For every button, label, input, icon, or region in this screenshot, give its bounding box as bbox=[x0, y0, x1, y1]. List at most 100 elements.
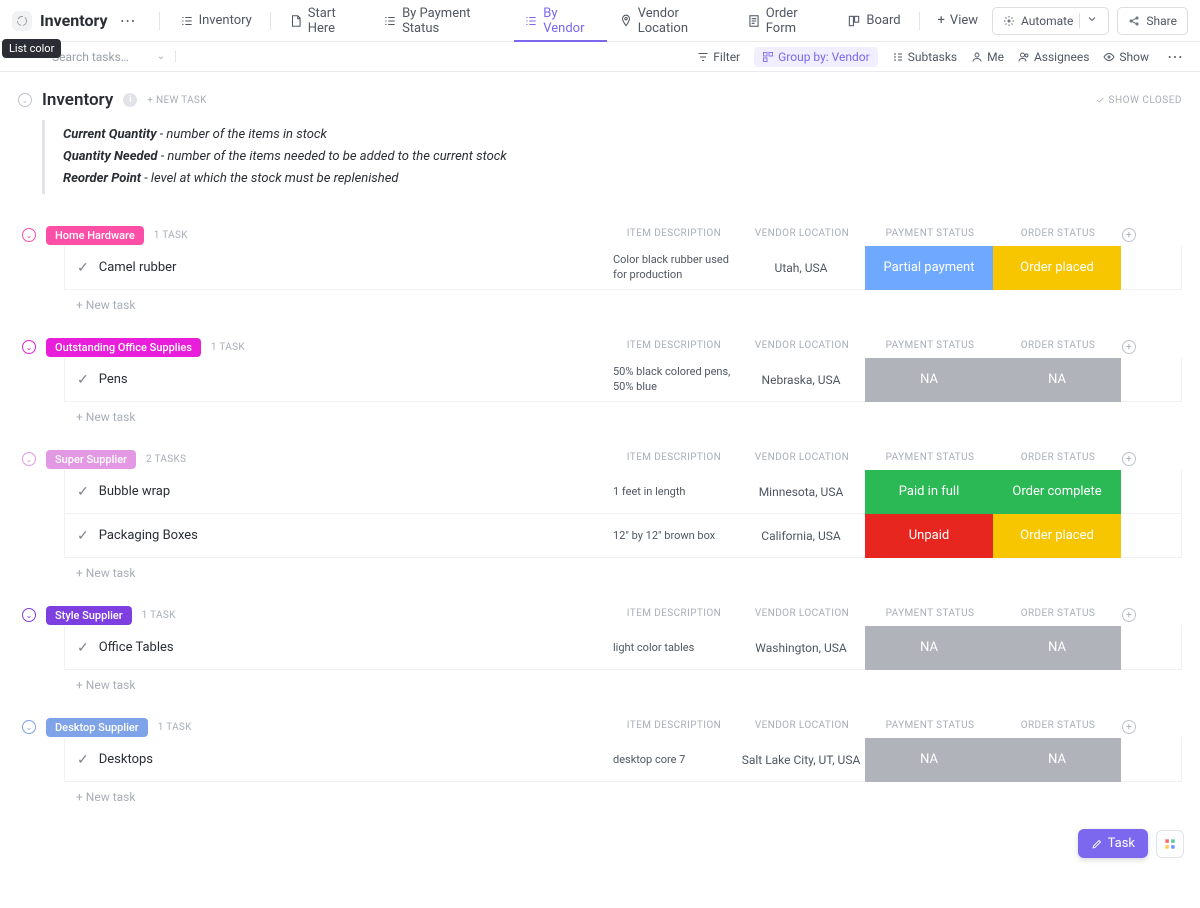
new-task-button[interactable]: + New task bbox=[42, 402, 1182, 424]
collapse-group-button[interactable]: ⌄ bbox=[22, 452, 36, 466]
tab-by-payment-status[interactable]: By Payment Status bbox=[373, 1, 512, 41]
vendor-pill[interactable]: Style Supplier bbox=[46, 606, 132, 625]
collapse-group-button[interactable]: ⌄ bbox=[22, 228, 36, 242]
check-icon[interactable]: ✓ bbox=[77, 528, 89, 544]
col-header-order[interactable]: ORDER STATUS bbox=[994, 608, 1122, 622]
col-header-payment[interactable]: PAYMENT STATUS bbox=[866, 452, 994, 466]
task-row[interactable]: ✓Pens50% black colored pens, 50% blueNeb… bbox=[64, 358, 1182, 402]
vendor-location-cell[interactable]: Washington, USA bbox=[737, 626, 865, 669]
col-header-payment[interactable]: PAYMENT STATUS bbox=[866, 340, 994, 354]
col-header-location[interactable]: VENDOR LOCATION bbox=[738, 228, 866, 242]
order-status-cell[interactable]: NA bbox=[993, 626, 1121, 669]
col-header-description[interactable]: ITEM DESCRIPTION bbox=[610, 452, 738, 466]
add-column-button[interactable]: + bbox=[1122, 340, 1136, 354]
new-task-top-button[interactable]: + NEW TASK bbox=[147, 95, 206, 106]
subtasks-button[interactable]: Subtasks bbox=[892, 50, 957, 64]
tab-vendor-location[interactable]: Vendor Location bbox=[609, 1, 735, 41]
add-column-button[interactable]: + bbox=[1122, 228, 1136, 242]
task-row[interactable]: ✓Desktopsdesktop core 7Salt Lake City, U… bbox=[64, 738, 1182, 782]
order-status-cell[interactable]: NA bbox=[993, 358, 1121, 401]
search-area[interactable]: Search tasks… ⌄ bbox=[12, 50, 697, 64]
search-dropdown[interactable]: ⌄ bbox=[157, 51, 176, 62]
app-launcher-button[interactable] bbox=[1156, 830, 1184, 858]
col-header-location[interactable]: VENDOR LOCATION bbox=[738, 720, 866, 734]
collapse-all-button[interactable]: ⌄ bbox=[18, 93, 32, 107]
payment-status-cell[interactable]: NA bbox=[865, 626, 993, 669]
order-status-cell[interactable]: Order complete bbox=[993, 470, 1121, 513]
col-header-order[interactable]: ORDER STATUS bbox=[994, 340, 1122, 354]
tab-board[interactable]: Board bbox=[837, 1, 910, 41]
payment-status-cell[interactable]: NA bbox=[865, 738, 993, 781]
col-header-description[interactable]: ITEM DESCRIPTION bbox=[610, 228, 738, 242]
col-header-location[interactable]: VENDOR LOCATION bbox=[738, 340, 866, 354]
col-header-order[interactable]: ORDER STATUS bbox=[994, 228, 1122, 242]
vendor-pill[interactable]: Desktop Supplier bbox=[46, 718, 148, 737]
item-description-cell[interactable]: Color black rubber used for production bbox=[609, 246, 737, 289]
task-row[interactable]: ✓Packaging Boxes12" by 12" brown boxCali… bbox=[64, 514, 1182, 558]
col-header-description[interactable]: ITEM DESCRIPTION bbox=[610, 340, 738, 354]
order-status-cell[interactable]: Order placed bbox=[993, 246, 1121, 289]
col-header-order[interactable]: ORDER STATUS bbox=[994, 720, 1122, 734]
automate-dropdown[interactable] bbox=[1079, 13, 1104, 28]
col-header-payment[interactable]: PAYMENT STATUS bbox=[866, 608, 994, 622]
new-task-button[interactable]: + New task bbox=[42, 670, 1182, 692]
vendor-pill[interactable]: Super Supplier bbox=[46, 450, 136, 469]
task-row[interactable]: ✓Camel rubberColor black rubber used for… bbox=[64, 246, 1182, 290]
item-description-cell[interactable]: light color tables bbox=[609, 626, 737, 669]
col-header-location[interactable]: VENDOR LOCATION bbox=[738, 608, 866, 622]
new-task-fab[interactable]: Task bbox=[1078, 829, 1148, 858]
tab-inventory[interactable]: Inventory bbox=[170, 1, 262, 41]
col-header-description[interactable]: ITEM DESCRIPTION bbox=[610, 608, 738, 622]
vendor-location-cell[interactable]: Salt Lake City, UT, USA bbox=[737, 738, 865, 781]
show-closed-button[interactable]: SHOW CLOSED bbox=[1095, 95, 1182, 106]
order-status-cell[interactable]: NA bbox=[993, 738, 1121, 781]
collapse-group-button[interactable]: ⌄ bbox=[22, 340, 36, 354]
payment-status-cell[interactable]: Partial payment bbox=[865, 246, 993, 289]
col-header-description[interactable]: ITEM DESCRIPTION bbox=[610, 720, 738, 734]
new-task-button[interactable]: + New task bbox=[42, 782, 1182, 804]
add-column-button[interactable]: + bbox=[1122, 608, 1136, 622]
task-row[interactable]: ✓Bubble wrap1 feet in lengthMinnesota, U… bbox=[64, 470, 1182, 514]
item-description-cell[interactable]: 1 feet in length bbox=[609, 470, 737, 513]
item-description-cell[interactable]: 50% black colored pens, 50% blue bbox=[609, 358, 737, 401]
collapse-group-button[interactable]: ⌄ bbox=[22, 608, 36, 622]
item-description-cell[interactable]: desktop core 7 bbox=[609, 738, 737, 781]
check-icon[interactable]: ✓ bbox=[77, 640, 89, 656]
check-icon[interactable]: ✓ bbox=[77, 372, 89, 388]
item-description-cell[interactable]: 12" by 12" brown box bbox=[609, 514, 737, 557]
add-column-button[interactable]: + bbox=[1122, 452, 1136, 466]
share-button[interactable]: Share bbox=[1117, 7, 1188, 35]
add-view-button[interactable]: +View bbox=[928, 1, 989, 41]
new-task-button[interactable]: + New task bbox=[42, 558, 1182, 580]
tab-by-vendor[interactable]: By Vendor bbox=[514, 1, 606, 41]
automate-button[interactable]: Automate bbox=[992, 7, 1109, 35]
me-button[interactable]: Me bbox=[971, 50, 1004, 64]
assignees-button[interactable]: Assignees bbox=[1018, 50, 1089, 64]
show-button[interactable]: Show bbox=[1103, 50, 1149, 64]
task-row[interactable]: ✓Office Tableslight color tablesWashingt… bbox=[64, 626, 1182, 670]
collapse-group-button[interactable]: ⌄ bbox=[22, 720, 36, 734]
more-options-button[interactable]: ⋯ bbox=[116, 11, 141, 30]
col-header-location[interactable]: VENDOR LOCATION bbox=[738, 452, 866, 466]
col-header-order[interactable]: ORDER STATUS bbox=[994, 452, 1122, 466]
new-task-button[interactable]: + New task bbox=[42, 290, 1182, 312]
order-status-cell[interactable]: Order placed bbox=[993, 514, 1121, 557]
payment-status-cell[interactable]: Paid in full bbox=[865, 470, 993, 513]
filter-button[interactable]: Filter bbox=[697, 50, 740, 64]
check-icon[interactable]: ✓ bbox=[77, 752, 89, 768]
vendor-location-cell[interactable]: Utah, USA bbox=[737, 246, 865, 289]
vendor-pill[interactable]: Home Hardware bbox=[46, 226, 144, 245]
col-header-payment[interactable]: PAYMENT STATUS bbox=[866, 228, 994, 242]
check-icon[interactable]: ✓ bbox=[77, 260, 89, 276]
payment-status-cell[interactable]: Unpaid bbox=[865, 514, 993, 557]
col-header-payment[interactable]: PAYMENT STATUS bbox=[866, 720, 994, 734]
add-column-button[interactable]: + bbox=[1122, 720, 1136, 734]
check-icon[interactable]: ✓ bbox=[77, 484, 89, 500]
vendor-location-cell[interactable]: California, USA bbox=[737, 514, 865, 557]
vendor-location-cell[interactable]: Nebraska, USA bbox=[737, 358, 865, 401]
list-color-button[interactable] bbox=[12, 11, 32, 31]
info-icon[interactable]: i bbox=[123, 93, 137, 107]
payment-status-cell[interactable]: NA bbox=[865, 358, 993, 401]
toolbar-more-button[interactable]: ⋯ bbox=[1163, 47, 1188, 66]
vendor-location-cell[interactable]: Minnesota, USA bbox=[737, 470, 865, 513]
